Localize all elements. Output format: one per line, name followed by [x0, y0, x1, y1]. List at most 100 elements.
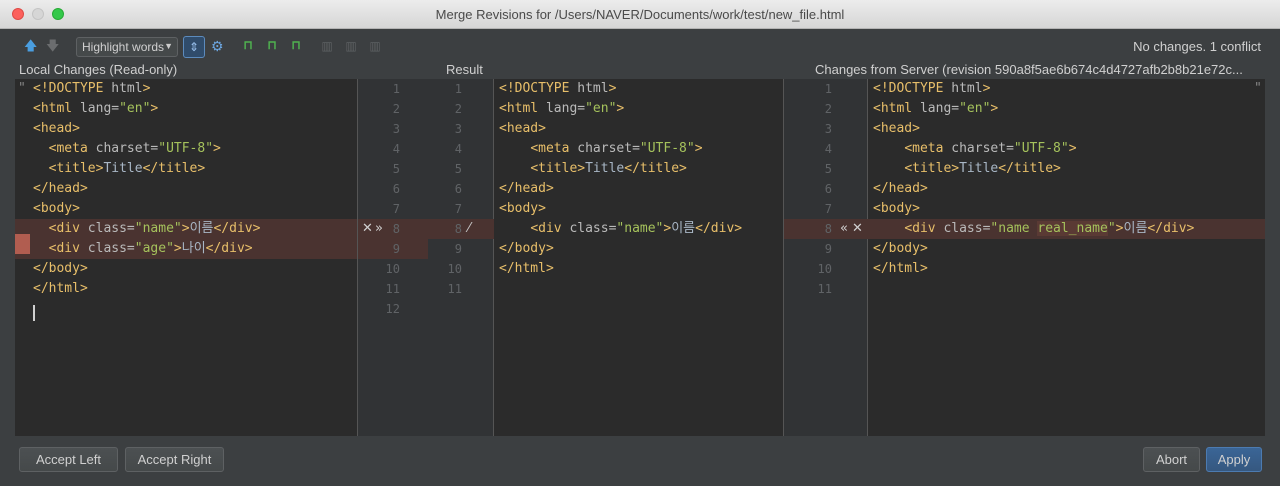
- code-line: <meta charset="UTF-8">: [48, 141, 221, 156]
- code-line: <head>: [499, 121, 546, 136]
- code-line: </head>: [873, 181, 928, 196]
- arrow-down-icon[interactable]: 🡇: [46, 38, 59, 54]
- code-line: <body>: [33, 201, 80, 216]
- left-pane-header: Local Changes (Read-only): [19, 62, 178, 77]
- apply-button[interactable]: Apply: [1206, 447, 1262, 472]
- code-line: </body>: [873, 241, 928, 256]
- line-number: 10: [447, 262, 462, 276]
- code-line: <head>: [873, 121, 920, 136]
- line-number: 4: [824, 142, 832, 156]
- right-pane-header: Changes from Server (revision 590a8f5ae6…: [815, 62, 1243, 77]
- line-number: 7: [454, 202, 462, 216]
- conflict-line: <div class="age">나이</div>: [15, 239, 357, 259]
- line-number: 9: [824, 242, 832, 256]
- code-line: </html>: [499, 261, 554, 276]
- line-number: 5: [824, 162, 832, 176]
- line-number: 8: [824, 222, 832, 236]
- layout-left-icon[interactable]: ▥: [320, 39, 334, 53]
- apply-left-change-icon[interactable]: »: [375, 221, 383, 236]
- line-number: 10: [385, 262, 400, 276]
- result-editor[interactable]: <!DOCTYPE html> <html lang="en"> <head> …: [494, 79, 783, 436]
- ignore-left-change-icon[interactable]: ✕: [362, 221, 373, 236]
- code-line: <html lang="en">: [33, 101, 159, 116]
- line-number: 11: [817, 282, 832, 296]
- code-line: </body>: [499, 241, 554, 256]
- layout-center-icon[interactable]: ▥: [344, 39, 358, 53]
- code-line: <title>Title</title>: [904, 161, 1061, 176]
- code-line: </html>: [33, 281, 88, 296]
- conflict-line: <div class="name">이름</div>: [15, 219, 357, 239]
- middle-pane-header: Result: [446, 62, 483, 77]
- ignore-right-change-icon[interactable]: ✕: [852, 221, 863, 236]
- code-line: </body>: [33, 261, 88, 276]
- code-line: <title>Title</title>: [48, 161, 206, 176]
- abort-button[interactable]: Abort: [1143, 447, 1200, 472]
- chevron-down-icon: ▼: [164, 41, 173, 51]
- line-number: 2: [454, 102, 462, 116]
- line-number: 4: [454, 142, 462, 156]
- pane-headers: Local Changes (Read-only) Result Changes…: [0, 61, 1280, 79]
- line-number: 7: [392, 202, 400, 216]
- line-number: 6: [392, 182, 400, 196]
- code-line: <body>: [873, 201, 920, 216]
- code-line: </html>: [873, 261, 928, 276]
- line-number: 10: [817, 262, 832, 276]
- accept-right-button[interactable]: Accept Right: [125, 447, 224, 472]
- line-number: 1: [392, 82, 400, 96]
- window-title: Merge Revisions for /Users/NAVER/Documen…: [435, 7, 845, 22]
- line-number: 9: [454, 242, 462, 256]
- code-line: </head>: [33, 181, 88, 196]
- line-number: 3: [392, 122, 400, 136]
- line-number: 3: [824, 122, 832, 136]
- line-number: 9: [392, 242, 400, 256]
- apply-non-conflicting-all-icon[interactable]: ⊓: [264, 38, 280, 54]
- conflict-marker: [15, 234, 30, 254]
- highlight-mode-select[interactable]: Highlight words ▼: [76, 37, 178, 57]
- code-line: <body>: [499, 201, 546, 216]
- apply-non-conflicting-right-icon[interactable]: ⊓: [288, 38, 304, 54]
- line-number: 1: [454, 82, 462, 96]
- line-number: 2: [392, 102, 400, 116]
- code-line: <html lang="en">: [499, 101, 625, 116]
- accept-left-button[interactable]: Accept Left: [19, 447, 118, 472]
- left-editor[interactable]: " <!DOCTYPE html> <html lang="en"> <head…: [15, 79, 357, 436]
- code-line: <div class="name">이름</div>: [530, 221, 743, 236]
- gear-icon[interactable]: ⚙: [211, 38, 224, 55]
- line-number: 6: [824, 182, 832, 196]
- window-titlebar: Merge Revisions for /Users/NAVER/Documen…: [0, 0, 1280, 29]
- line-number: 1: [824, 82, 832, 96]
- apply-right-change-icon[interactable]: «: [840, 221, 848, 236]
- text-cursor: [33, 305, 35, 321]
- line-number: 3: [454, 122, 462, 136]
- code-line: <!DOCTYPE html>: [873, 81, 991, 96]
- code-line: </head>: [499, 181, 554, 196]
- merge-editors: " <!DOCTYPE html> <html lang="en"> <head…: [15, 79, 1265, 436]
- code-line: <head>: [33, 121, 80, 136]
- left-gutter: 1 2 3 4 5 6 7 8 9 10 11 12 1 2 3 4 5 6 7…: [357, 79, 494, 436]
- layout-right-icon[interactable]: ▥: [368, 39, 382, 53]
- line-number: 6: [454, 182, 462, 196]
- conflict-line: <div class="name real_name">이름</div>: [868, 219, 1265, 239]
- code-line: <meta charset="UTF-8">: [530, 141, 703, 156]
- arrow-up-icon[interactable]: 🡅: [24, 38, 37, 54]
- code-line: <html lang="en">: [873, 101, 999, 116]
- magic-wand-icon[interactable]: ⁄: [468, 221, 470, 236]
- merge-status: No changes. 1 conflict: [1133, 39, 1261, 54]
- line-number: 2: [824, 102, 832, 116]
- apply-non-conflicting-left-icon[interactable]: ⊓: [240, 38, 256, 54]
- line-number: 12: [385, 302, 400, 316]
- line-number: 7: [824, 202, 832, 216]
- line-number: 11: [447, 282, 462, 296]
- ignore-whitespace-toggle[interactable]: ⇕: [183, 36, 205, 58]
- highlight-mode-value: Highlight words: [82, 40, 165, 54]
- server-editor[interactable]: " <!DOCTYPE html> <html lang="en"> <head…: [868, 79, 1265, 436]
- code-line: <meta charset="UTF-8">: [904, 141, 1077, 156]
- line-number: 8: [454, 222, 462, 236]
- code-line: <!DOCTYPE html>: [33, 81, 151, 96]
- line-number: 11: [385, 282, 400, 296]
- code-line: <title>Title</title>: [530, 161, 687, 176]
- line-number: 5: [454, 162, 462, 176]
- code-line: <!DOCTYPE html>: [499, 81, 617, 96]
- line-number: 4: [392, 142, 400, 156]
- right-gutter: 1 2 3 4 5 6 7 8 9 10 11 « ✕: [783, 79, 868, 436]
